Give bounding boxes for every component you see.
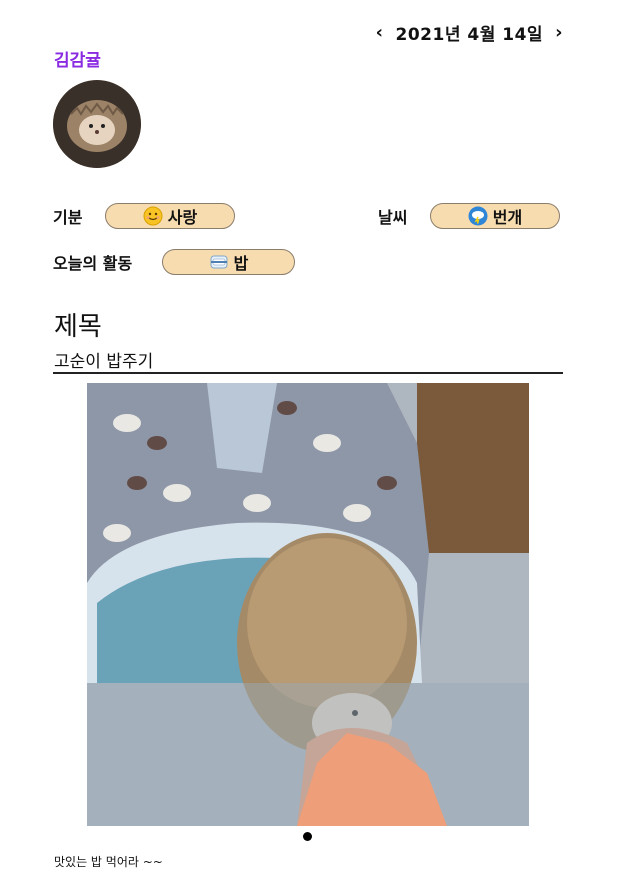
date-navigator: ‹ 2021년 4월 14일 › <box>374 20 565 45</box>
activity-pill[interactable]: 밥 <box>162 249 295 275</box>
mood-label: 기분 <box>53 208 83 227</box>
smiley-icon <box>143 206 163 226</box>
thunder-cloud-icon <box>468 206 488 226</box>
entry-body: 맛있는 밥 먹어라 ~~ <box>54 855 163 869</box>
activity-row: 오늘의 활동 밥 <box>53 249 295 275</box>
chevron-right-icon[interactable]: › <box>553 23 565 42</box>
activity-label: 오늘의 활동 <box>53 254 133 273</box>
weather-row: 날씨 번개 <box>378 203 560 229</box>
title-heading: 제목 <box>54 312 102 342</box>
mood-row: 기분 사랑 <box>53 203 235 229</box>
entry-photo[interactable] <box>87 383 529 826</box>
mood-value: 사랑 <box>167 208 198 227</box>
weather-pill[interactable]: 번개 <box>430 203 560 229</box>
activity-value: 밥 <box>233 254 249 273</box>
chevron-left-icon[interactable]: ‹ <box>374 23 386 42</box>
current-date: 2021년 4월 14일 <box>395 25 544 45</box>
entry-title: 고순이 밥주기 <box>54 352 154 372</box>
avatar[interactable] <box>53 80 141 168</box>
mood-pill[interactable]: 사랑 <box>105 203 235 229</box>
username: 김감귤 <box>54 51 101 71</box>
title-divider <box>53 372 563 374</box>
carousel-indicator-dot[interactable] <box>303 832 312 841</box>
weather-label: 날씨 <box>378 208 408 227</box>
rice-bowl-icon <box>210 255 228 269</box>
weather-value: 번개 <box>492 208 523 227</box>
